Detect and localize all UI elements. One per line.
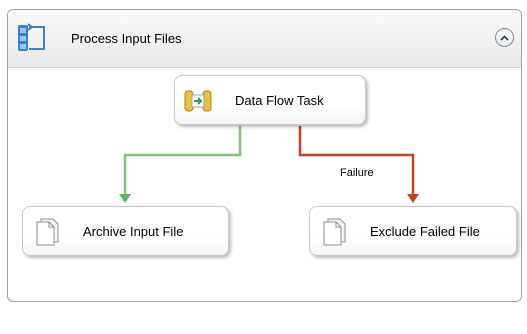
failure-arrowhead <box>407 194 419 203</box>
success-constraint[interactable] <box>123 126 242 195</box>
file-system-task-icon <box>323 218 346 246</box>
file-system-task-icon <box>36 218 59 246</box>
archive-input-file-label: Archive Input File <box>83 224 184 239</box>
exclude-failed-file-label: Exclude Failed File <box>370 224 480 239</box>
data-flow-task-label: Data Flow Task <box>235 93 324 108</box>
exclude-failed-file-task[interactable]: Exclude Failed File <box>309 206 517 256</box>
success-arrowhead <box>119 194 131 203</box>
designer-canvas: Process Input Files Failure Data Flow Ta… <box>0 0 527 334</box>
precedence-constraints <box>119 126 419 203</box>
data-flow-task[interactable]: Data Flow Task <box>174 75 366 125</box>
failure-label: Failure <box>340 167 374 179</box>
failure-constraint[interactable] <box>298 126 415 195</box>
data-flow-task-icon <box>184 90 212 112</box>
archive-input-file-task[interactable]: Archive Input File <box>22 206 229 256</box>
